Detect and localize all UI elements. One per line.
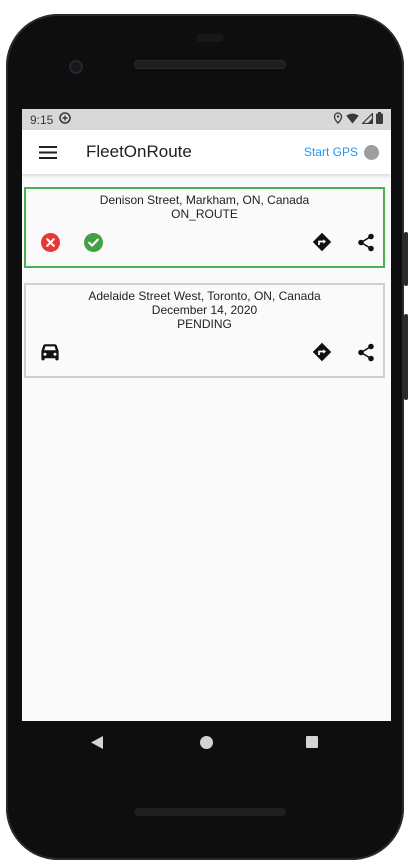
front-camera	[69, 60, 83, 74]
recents-button[interactable]	[305, 735, 319, 754]
vpn-icon	[59, 112, 72, 127]
directions-button[interactable]	[311, 231, 333, 253]
app-bar: FleetOnRoute Start GPS	[22, 130, 391, 174]
directions-icon	[312, 232, 332, 252]
share-icon	[358, 233, 374, 251]
back-button[interactable]	[90, 735, 104, 755]
delivery-address: Denison Street, Markham, ON, Canada	[99, 193, 310, 207]
home-button[interactable]	[199, 735, 214, 755]
start-route-button[interactable]	[39, 341, 61, 363]
app-title: FleetOnRoute	[86, 142, 192, 161]
system-navigation-bar	[22, 721, 391, 765]
share-button[interactable]	[355, 341, 377, 363]
battery-icon	[376, 112, 383, 127]
delivery-card-active[interactable]: Denison Street, Markham, ON, Canada ON_R…	[24, 187, 385, 268]
cancel-icon	[40, 232, 60, 252]
power-button	[404, 232, 408, 286]
delivery-date: December 14, 2020	[151, 303, 258, 317]
directions-icon	[312, 342, 332, 362]
menu-button[interactable]	[22, 130, 74, 174]
confirm-button[interactable]	[82, 231, 104, 253]
check-icon	[83, 232, 103, 252]
proximity-sensor	[196, 34, 224, 42]
share-button[interactable]	[355, 231, 377, 253]
delivery-status: PENDING	[177, 317, 232, 331]
car-icon	[41, 343, 59, 360]
share-icon	[358, 343, 374, 361]
recents-icon	[306, 736, 318, 748]
status-bar: 9:15	[22, 109, 391, 130]
volume-button	[404, 314, 408, 400]
delivery-card-pending[interactable]: Adelaide Street West, Toronto, ON, Canad…	[24, 283, 385, 378]
delivery-status: ON_ROUTE	[171, 207, 238, 221]
cancel-button[interactable]	[39, 231, 61, 253]
wifi-icon	[346, 113, 359, 127]
back-icon	[91, 736, 103, 749]
directions-button[interactable]	[311, 341, 333, 363]
signal-icon	[361, 111, 374, 127]
home-icon	[200, 736, 213, 749]
start-gps-toggle[interactable]: Start GPS	[304, 144, 379, 160]
delivery-address: Adelaide Street West, Toronto, ON, Canad…	[88, 289, 321, 303]
location-icon	[333, 112, 343, 127]
menu-icon	[39, 145, 57, 159]
earpiece-speaker	[134, 60, 286, 69]
start-gps-label[interactable]: Start GPS	[304, 145, 358, 159]
gps-status-indicator[interactable]	[364, 144, 379, 160]
status-time: 9:15	[30, 112, 54, 127]
bottom-speaker	[134, 808, 286, 816]
app-screen: 9:15 FleetOnRoute Start GPS Denison Stre…	[22, 109, 391, 721]
